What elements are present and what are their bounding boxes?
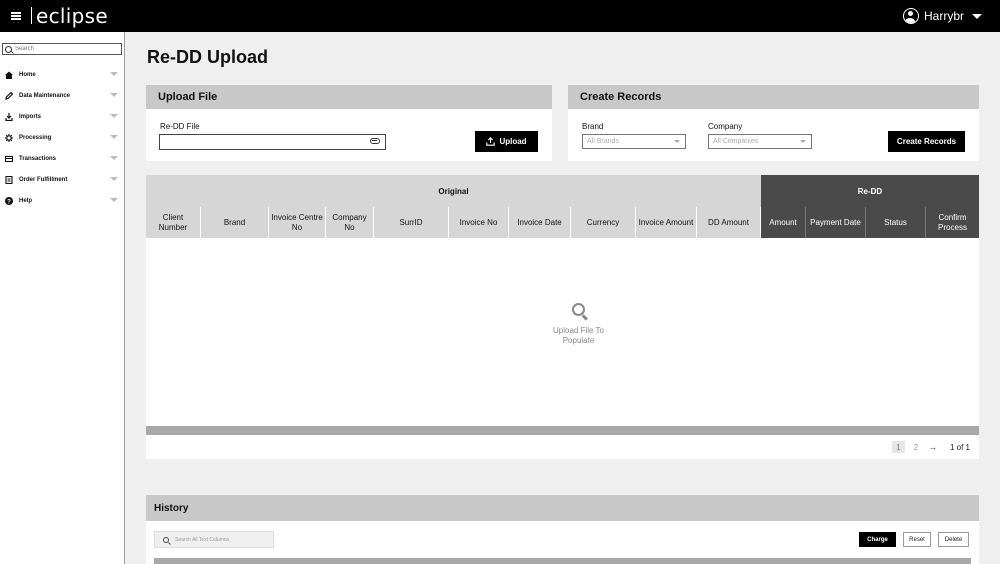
app-logo[interactable]: eclipse [36, 4, 108, 28]
history-header: History [146, 495, 979, 521]
chevron-down-icon [110, 198, 118, 202]
chevron-down-icon [972, 13, 982, 19]
charge-button[interactable]: Charge [859, 532, 896, 547]
table-pagination: 1 2 → 1 of 1 [146, 435, 979, 459]
table-horizontal-scrollbar[interactable] [146, 426, 979, 435]
column-header[interactable]: Invoice No [449, 207, 509, 238]
column-header[interactable]: Currency [571, 207, 636, 238]
chevron-down-icon [110, 72, 118, 76]
next-page-arrow-icon[interactable]: → [927, 441, 939, 453]
create-records-panel: Brand All Brands Company All Companies C… [568, 109, 979, 161]
user-menu[interactable]: Harrybr [902, 7, 982, 25]
chevron-down-icon [110, 114, 118, 118]
create-records-button[interactable]: Create Records [888, 131, 965, 152]
re-dd-column-group: Re-DD [761, 175, 979, 207]
sidebar-item-label: Data Maintenance [19, 92, 71, 99]
re-dd-file-input[interactable] [159, 134, 386, 150]
chevron-down-icon [110, 135, 118, 139]
page-title: Re-DD Upload [147, 47, 268, 67]
column-header[interactable]: Client Number [146, 207, 201, 238]
chevron-down-icon [674, 140, 680, 143]
column-header[interactable]: Company No [326, 207, 374, 238]
column-header[interactable]: Amount [761, 207, 806, 238]
re-dd-file-label: Re-DD File [160, 122, 200, 131]
column-header[interactable]: Confirm Process [926, 207, 979, 238]
column-header[interactable]: DD Amount [697, 207, 761, 238]
column-header[interactable]: Invoice Amount [636, 207, 697, 238]
company-select[interactable]: All Companies [708, 134, 812, 149]
sidebar-search-input[interactable] [15, 46, 115, 52]
pencil-icon [5, 91, 13, 100]
table-header-row: Client Number Brand Invoice Centre No Co… [146, 207, 979, 238]
sidebar-item-label: Home [19, 71, 36, 78]
create-records-header: Create Records [568, 85, 979, 109]
table-body: Upload File To Populate [146, 238, 979, 426]
brand-select-value: All Brands [587, 138, 619, 145]
chevron-down-icon [110, 93, 118, 97]
company-label: Company [708, 122, 743, 131]
company-select-value: All Companies [713, 138, 759, 145]
document-icon [5, 175, 13, 184]
history-table-header-bar [154, 558, 971, 564]
sidebar-nav: Home Data Maintenance Imports Processing… [0, 64, 124, 211]
history-search-input[interactable]: Search All Text Columns [154, 531, 274, 548]
sidebar-item-label: Order Fulfillment [19, 176, 68, 183]
top-bar: eclipse Harrybr [0, 0, 1000, 32]
home-icon [5, 71, 13, 79]
sidebar-item-data-maintenance[interactable]: Data Maintenance [0, 85, 124, 106]
upload-button[interactable]: Upload [475, 131, 538, 152]
sidebar-search[interactable] [2, 43, 122, 55]
page-1-button[interactable]: 1 [892, 441, 905, 453]
search-icon [5, 45, 12, 53]
empty-state-message: Upload File To Populate [553, 326, 604, 346]
card-icon [5, 155, 13, 163]
search-icon [572, 303, 585, 316]
brand-label: Brand [582, 122, 604, 131]
sidebar-item-order-fulfillment[interactable]: Order Fulfillment [0, 169, 124, 190]
sidebar-item-processing[interactable]: Processing [0, 127, 124, 148]
column-header[interactable]: Invoice Date [509, 207, 571, 238]
sidebar-item-help[interactable]: ? Help [0, 190, 124, 211]
sidebar-item-transactions[interactable]: Transactions [0, 148, 124, 169]
upload-file-panel: Re-DD File Upload [146, 109, 552, 161]
column-header[interactable]: Status [866, 207, 926, 238]
column-header[interactable]: Invoice Centre No [269, 207, 326, 238]
logo-divider [31, 7, 32, 24]
svg-text:?: ? [7, 199, 11, 205]
chevron-down-icon [110, 156, 118, 160]
sidebar-item-label: Transactions [19, 155, 57, 162]
sidebar-item-label: Processing [19, 134, 52, 141]
brand-select[interactable]: All Brands [582, 134, 686, 149]
chevron-down-icon [800, 140, 806, 143]
column-header[interactable]: SurrID [374, 207, 449, 238]
gear-icon [5, 133, 13, 142]
sidebar-item-home[interactable]: Home [0, 64, 124, 85]
sidebar: Home Data Maintenance Imports Processing… [0, 32, 125, 564]
sidebar-item-label: Imports [19, 113, 42, 120]
reset-button[interactable]: Reset [903, 532, 931, 547]
user-name: Harrybr [923, 9, 964, 23]
upload-file-header: Upload File [146, 85, 552, 109]
upload-button-label: Upload [499, 137, 527, 146]
upload-icon [486, 137, 496, 146]
sidebar-item-label: Help [19, 197, 33, 204]
column-header[interactable]: Brand [201, 207, 269, 238]
column-header[interactable]: Payment Date [806, 207, 866, 238]
attachment-icon[interactable] [370, 138, 380, 144]
search-icon [163, 536, 169, 543]
chevron-down-icon [110, 177, 118, 181]
original-column-group: Original [146, 175, 761, 207]
page-summary: 1 of 1 [949, 442, 970, 452]
import-icon [5, 112, 13, 121]
page-2-button[interactable]: 2 [910, 441, 922, 453]
user-avatar-icon [902, 8, 919, 24]
help-icon: ? [5, 196, 13, 205]
history-panel: Search All Text Columns Charge Reset Del… [146, 521, 979, 564]
hamburger-menu-icon[interactable] [11, 12, 21, 20]
sidebar-item-imports[interactable]: Imports [0, 106, 124, 127]
delete-button[interactable]: Delete [938, 532, 969, 547]
history-search-placeholder: Search All Text Columns [175, 536, 230, 543]
